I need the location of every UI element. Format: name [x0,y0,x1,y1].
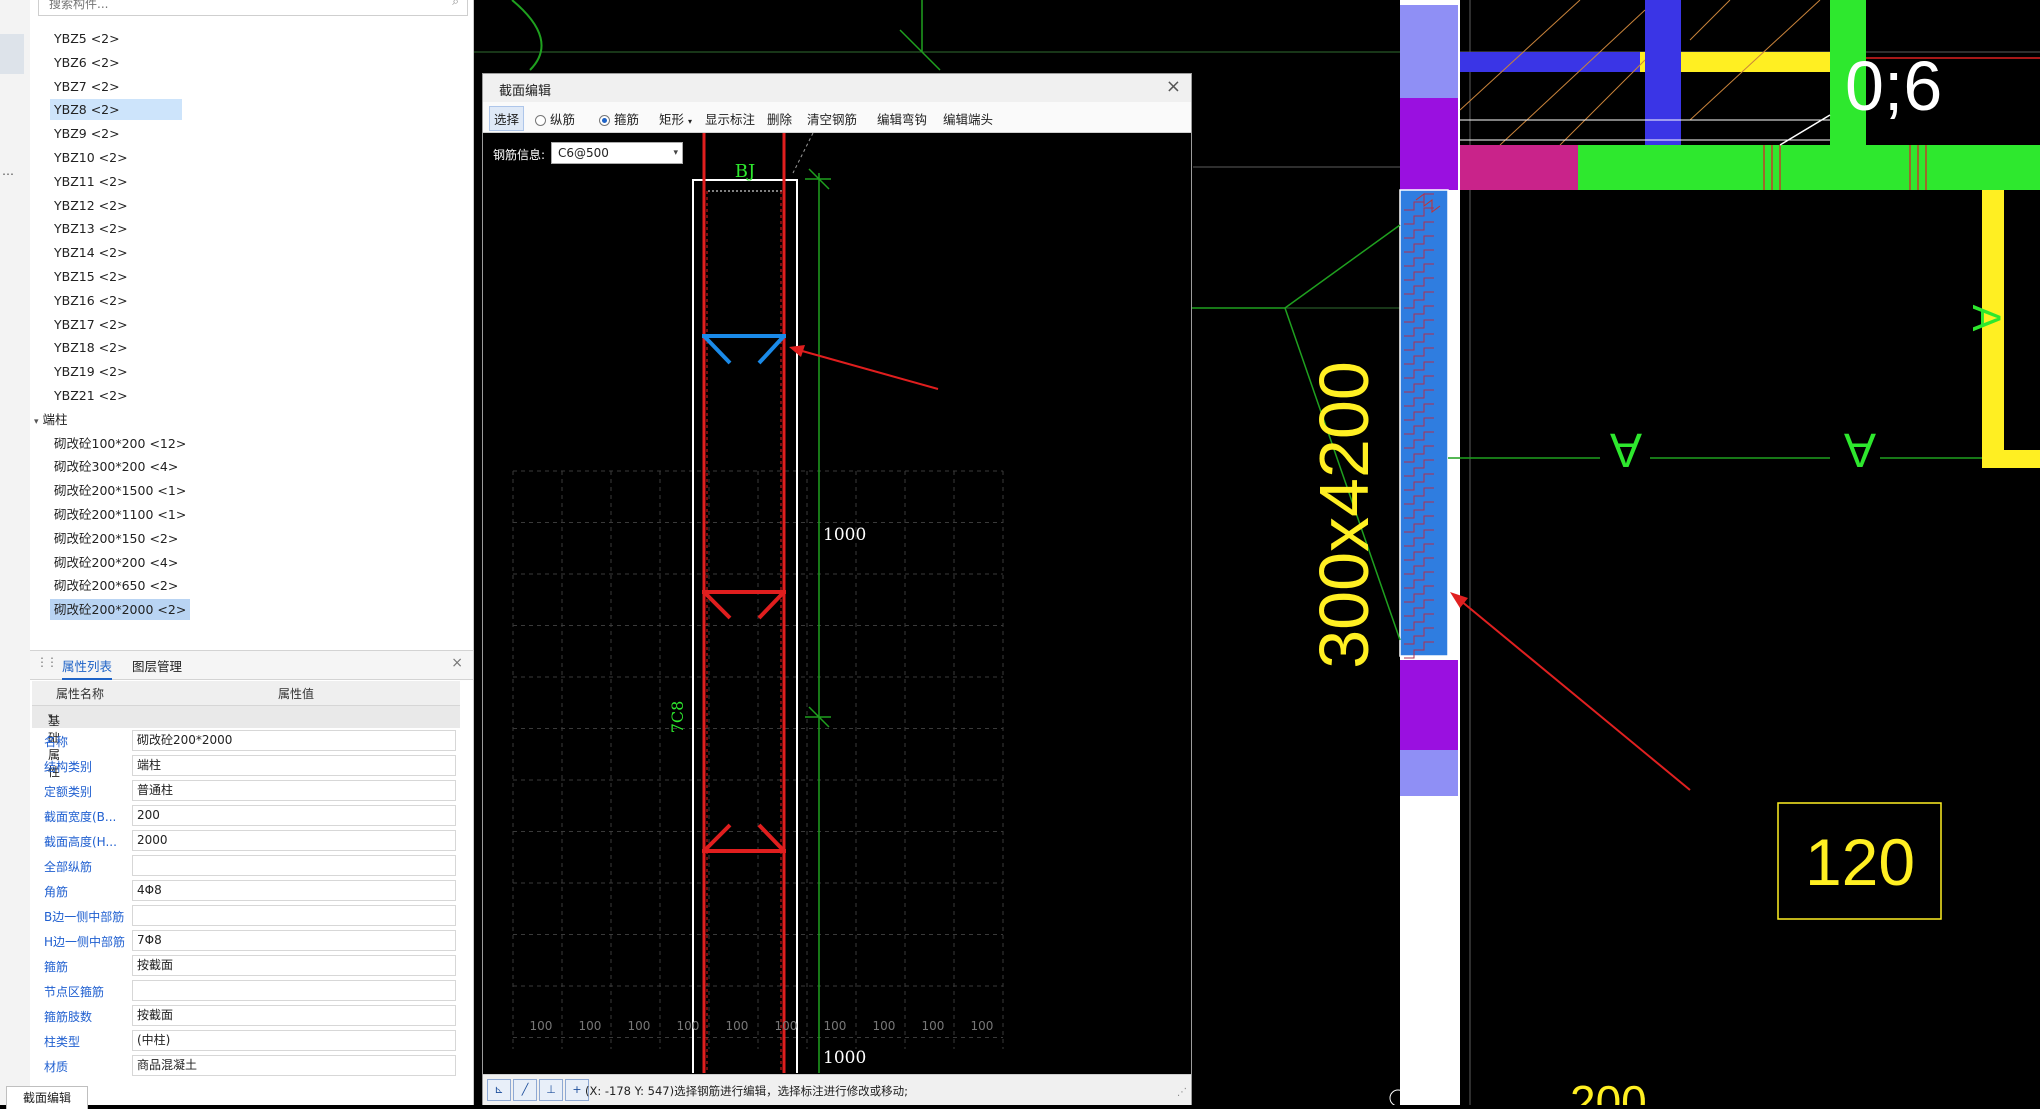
radio-longitudinal-label: 纵筋 [550,112,576,127]
section-canvas[interactable]: BJ 7C8 1000 1000 100 100 100 100 100 100 100 10… [483,133,1191,1073]
grid-label: 100 [922,1019,945,1033]
edit-hook-button[interactable]: 编辑弯钩 [877,109,927,128]
show-label-button[interactable]: 显示标注 [705,109,755,128]
cad-marker-1: A [1610,423,1642,476]
clear-rebar-button[interactable]: 清空钢筋 [807,109,857,128]
line-icon[interactable]: ╱ [513,1079,537,1101]
grid-label: 100 [530,1019,553,1033]
grid-label: 100 [628,1019,651,1033]
section-edit-dialog: 截面编辑 × 选择 纵筋 箍筋 矩形 ▾ 显示标注 删除 清空钢筋 编辑弯钩 编… [482,73,1192,1105]
cad-label-box: 120 [1805,825,1915,899]
grid-label: 100 [726,1019,749,1033]
radio-icon [535,115,546,126]
cad-label-top: 0;6 [1845,47,1942,125]
side-label[interactable]: 7C8 [668,701,687,734]
grid-label: 100 [579,1019,602,1033]
chevron-down-icon: ▾ [673,148,678,158]
close-icon[interactable]: × [1166,76,1181,97]
rebar-info-select[interactable]: C6@500 ▾ [551,142,683,164]
dim-lower[interactable]: 1000 [823,1048,866,1068]
rect-dropdown[interactable]: 矩形 ▾ [659,109,692,128]
radio-stirrup-label: 箍筋 [614,112,640,127]
dialog-titlebar[interactable]: 截面编辑 × [483,74,1191,103]
select-button[interactable]: 选择 [489,106,525,131]
radio-icon [599,115,610,126]
cad-label-bottom: 200 [1570,1076,1647,1105]
grid-label: 100 [824,1019,847,1033]
status-text: (X: -178 Y: 547)选择钢筋进行编辑，选择标注进行修改或移动; [585,1084,908,1098]
radio-stirrup[interactable]: 箍筋 [599,109,639,128]
ortho-icon[interactable]: ⊾ [487,1079,511,1101]
grid-label: 100 [873,1019,896,1033]
rebar-info-label: 钢筋信息: [493,148,546,162]
dialog-statusbar: ⊾ ╱ ⊥ + (X: -178 Y: 547)选择钢筋进行编辑，选择标注进行修… [483,1074,1191,1105]
cad-dim-vertical: 300x4200 [1305,361,1383,669]
grid-label: 100 [971,1019,994,1033]
top-label[interactable]: BJ [735,161,755,182]
grid-label: 100 [775,1019,798,1033]
edit-end-button[interactable]: 编辑端头 [943,109,993,128]
cad-marker-3: A [1964,305,2008,332]
delete-button[interactable]: 删除 [767,109,792,128]
rect-label: 矩形 [659,112,685,127]
dialog-toolbar: 选择 纵筋 箍筋 矩形 ▾ 显示标注 删除 清空钢筋 编辑弯钩 编辑端头 [483,102,1191,133]
grid-label: 100 [677,1019,700,1033]
perpendicular-icon[interactable]: ⊥ [539,1079,563,1101]
cad-marker-2: A [1844,423,1876,476]
radio-longitudinal[interactable]: 纵筋 [535,109,575,128]
dialog-title: 截面编辑 [499,84,552,99]
resize-grip-icon[interactable]: ⋰ [1177,1087,1187,1098]
chevron-down-icon: ▾ [688,117,693,126]
dim-upper[interactable]: 1000 [823,525,866,545]
rebar-info-value: C6@500 [558,146,609,160]
